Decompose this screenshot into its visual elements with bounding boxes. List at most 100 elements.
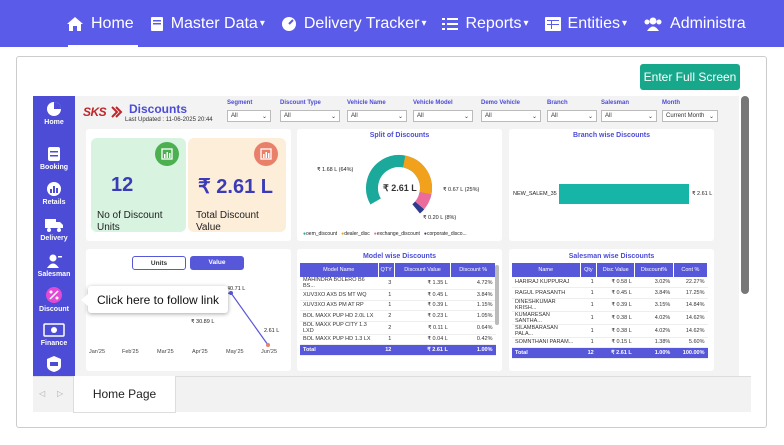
chevron-down-icon: ⌄: [587, 113, 593, 120]
nav-entities[interactable]: Entities ▾: [537, 0, 636, 47]
chevron-down-icon: ⌄: [647, 113, 653, 120]
x-tick-label: Jun'25: [261, 349, 278, 355]
filter-label: Demo Vehicle: [481, 100, 521, 106]
kpi-value-label: Total Discount Value: [196, 210, 259, 233]
table-row[interactable]: BOL MAXX PUP HD 1.3 LX 1 ₹ 0.04 L 0.42%: [300, 334, 496, 345]
filter-value: All: [551, 113, 558, 119]
branch-bar: [559, 184, 689, 204]
nav-delivery-tracker-label: Delivery Tracker: [303, 14, 420, 32]
legend-item: ●dealer_disc: [341, 231, 370, 237]
sidebar-item-finance[interactable]: Finance: [33, 322, 75, 347]
filter-label: Salesman: [601, 100, 630, 106]
table-scrollbar[interactable]: [495, 265, 499, 325]
filter-salesman[interactable]: Salesman All ⌄: [601, 100, 657, 122]
enter-full-screen-button[interactable]: Enter Full Screen: [640, 64, 740, 90]
nav-master-data[interactable]: Master Data ▾: [142, 0, 273, 47]
kpi-units-label: No of Discount Units: [97, 210, 163, 233]
filter-value: Current Month: [666, 113, 705, 119]
branch-wise-card[interactable]: Branch wise Discounts NEW_SALEM_35 ₹ 2.6…: [509, 129, 714, 241]
nav-entities-label: Entities: [567, 14, 620, 32]
chevron-down-icon: ▾: [259, 18, 265, 29]
table-row[interactable]: XUV3XO AX5 DS MT WQ 1 ₹ 0.45 L 3.84%: [300, 289, 496, 301]
sidebar-item-vehicle[interactable]: [33, 355, 75, 375]
table-row[interactable]: XUV3XO AX5 PM AT RP 1 ₹ 0.39 L 1.15%: [300, 300, 496, 311]
chevron-right-icon[interactable]: ▷: [57, 389, 63, 398]
model-wise-card[interactable]: Model wise Discounts Model Name QTY Disc…: [297, 249, 502, 371]
column-header[interactable]: QTY: [378, 263, 395, 277]
column-header[interactable]: Discount %: [450, 263, 496, 277]
follow-link-tooltip: Click here to follow link: [81, 286, 228, 313]
x-tick-label: Feb'25: [122, 349, 139, 355]
table-row[interactable]: SOMNTHANI PARAM... 1 ₹ 0.15 L 1.38% 5.60%: [512, 337, 708, 348]
sidebar-item-delivery[interactable]: Delivery: [33, 217, 75, 242]
trend-label: 40.71 L: [227, 286, 246, 292]
kpi-discount-value[interactable]: ₹ 2.61 L Total Discount Value: [188, 138, 286, 233]
sidebar-item-label: Home: [44, 119, 64, 126]
filter-value: All: [284, 113, 291, 119]
nav-administration-label: Administra: [670, 14, 746, 32]
nav-home[interactable]: Home: [58, 0, 142, 47]
sidebar-item-booking[interactable]: Booking: [33, 146, 75, 171]
column-header[interactable]: Discount%: [634, 263, 674, 277]
filter-vehicle-model[interactable]: Vehicle Model All ⌄: [413, 100, 473, 122]
table-row[interactable]: BOL MAXX PUP CITY 1.3 LXD 2 ₹ 0.11 L 0.64%: [300, 321, 496, 335]
nav-administration[interactable]: Administra: [635, 0, 754, 47]
salesman-title: Salesman wise Discounts: [568, 253, 655, 260]
filter-discount-type[interactable]: Discount Type All ⌄: [280, 100, 340, 122]
users-icon: [644, 17, 662, 31]
table-row[interactable]: BOL MAXX PUP HD 2.0L LX 2 ₹ 0.23 L 1.05%: [300, 310, 496, 322]
model-table: Model Name QTY Discount Value Discount %…: [300, 263, 496, 356]
table-header: Name Qty Disc Value Discount% Cont %: [512, 263, 709, 277]
split-label-oem: ₹ 1.68 L (64%): [317, 167, 354, 173]
embedded-report[interactable]: Home Booking Retails Delivery Salesman D…: [33, 96, 739, 376]
column-header[interactable]: Cont %: [673, 263, 709, 277]
top-navbar: Home Master Data ▾ Delivery Tracker ▾ Repo…: [0, 0, 784, 47]
page-tab-bar: ◁ ▷ Home Page: [33, 376, 751, 413]
column-header[interactable]: Discount Value: [394, 263, 452, 277]
filter-label: Branch: [547, 100, 568, 106]
chevron-left-icon[interactable]: ◁: [39, 389, 45, 398]
column-header[interactable]: Model Name: [300, 263, 379, 277]
filter-vehicle-name[interactable]: Vehicle Name All ⌄: [347, 100, 407, 122]
branch-name: NEW_SALEM_35: [513, 191, 557, 197]
split-label-dealer: ₹ 0.67 L (25%): [443, 187, 480, 193]
report-scrollbar[interactable]: [741, 96, 749, 294]
column-header[interactable]: Disc Value: [596, 263, 636, 277]
tab-home-page[interactable]: Home Page: [73, 376, 176, 413]
split-label-exchange: ₹ 0.20 L (8%): [423, 215, 457, 221]
table-row[interactable]: HARIRAJ KUPPURAJ 1 ₹ 0.58 L 3.02% 22.27%: [512, 277, 708, 288]
sidebar-item-salesman[interactable]: Salesman: [33, 253, 75, 278]
salesman-table: Name Qty Disc Value Discount% Cont % HAR…: [512, 263, 709, 359]
table-row[interactable]: SILAMBARASAN PALA... 1 ₹ 0.38 L 4.02% 14.62%: [512, 324, 708, 338]
sidebar-item-label: Delivery: [40, 235, 68, 242]
last-updated: Last Updated : 11-06-2025 20:44: [125, 117, 213, 123]
split-of-discounts-card[interactable]: Split of Discounts ₹ 2.61 L ₹ 1.68 L (64…: [297, 129, 502, 241]
sidebar-item-home[interactable]: Home: [33, 101, 75, 126]
split-legend: ●oem_discount ●dealer_disc ●exchange_dis…: [303, 231, 467, 237]
sidebar-item-discount[interactable]: Discount: [33, 286, 75, 313]
filter-segment[interactable]: Segment All ⌄: [227, 100, 271, 122]
filter-demo-vehicle[interactable]: Demo Vehicle All ⌄: [481, 100, 541, 122]
filter-month[interactable]: Month Current Month ⌄: [662, 100, 718, 122]
nav-delivery-tracker[interactable]: Delivery Tracker ▾: [273, 0, 435, 47]
kpi-discount-units[interactable]: 12 No of Discount Units: [91, 138, 186, 233]
nav-reports-label: Reports: [465, 14, 522, 32]
column-header[interactable]: Qty: [580, 263, 598, 277]
table-row[interactable]: RAGUL PRASANTH 1 ₹ 0.45 L 3.84% 17.25%: [512, 287, 708, 299]
sidebar-item-retails[interactable]: Retails: [33, 181, 75, 206]
table-row[interactable]: MAHINDRA BOLERO B6 BS... 3 ₹ 1.35 L 4.72%: [300, 277, 496, 290]
filter-value: All: [605, 113, 612, 119]
column-header[interactable]: Name: [512, 263, 581, 277]
sks-logo: SKS: [83, 105, 107, 119]
kpi-value-value: ₹ 2.61 L: [198, 176, 273, 198]
table-row[interactable]: KUMARESAN SANTHA... 1 ₹ 0.38 L 4.02% 14.62%: [512, 311, 708, 325]
filter-branch[interactable]: Branch All ⌄: [547, 100, 597, 122]
model-title: Model wise Discounts: [362, 253, 437, 260]
salesman-wise-card[interactable]: Salesman wise Discounts Name Qty Disc Va…: [509, 249, 714, 371]
vehicle-icon: [47, 356, 61, 372]
table-row[interactable]: DINESHKUMAR KRISH... 1 ₹ 0.39 L 3.15% 14.84%: [512, 298, 708, 312]
x-tick-label: Mar'25: [157, 349, 174, 355]
nav-reports[interactable]: Reports ▾: [434, 0, 536, 47]
legend-item: ●corporate_disco...: [423, 231, 467, 237]
filter-label: Vehicle Name: [347, 100, 386, 106]
